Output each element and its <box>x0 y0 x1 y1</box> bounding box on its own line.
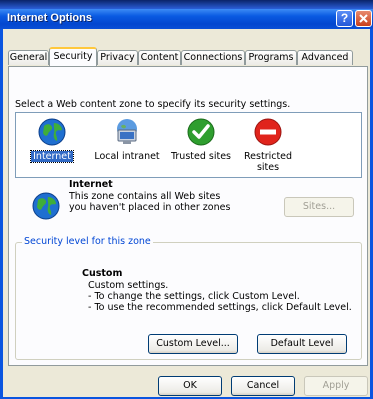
close-icon <box>359 14 368 23</box>
security-level-line: - To change the settings, click Custom L… <box>88 291 300 302</box>
zone-label-trusted-sites: Trusted sites <box>170 151 231 162</box>
zone-label-restricted-sites: Restricted sites <box>244 151 293 173</box>
internet-options-dialog: Internet Options ? General Security Priv… <box>0 9 373 399</box>
tab-programs[interactable]: Programs <box>245 50 297 65</box>
security-tab-panel: Select a Web content zone to specify its… <box>8 66 368 366</box>
zone-label-local-intranet: Local intranet <box>94 151 160 162</box>
security-level-group: Security level for this zone Custom Cust… <box>15 236 362 360</box>
tab-content[interactable]: Content <box>138 50 181 65</box>
zone-internet[interactable]: Internet <box>20 117 84 163</box>
security-level-title: Custom <box>82 268 123 279</box>
tab-security[interactable]: Security <box>49 47 97 66</box>
cancel-button[interactable]: Cancel <box>231 376 295 396</box>
globe-icon <box>32 192 60 220</box>
tab-privacy[interactable]: Privacy <box>97 50 138 65</box>
zone-trusted-sites[interactable]: Trusted sites <box>166 117 236 162</box>
zone-instruction: Select a Web content zone to specify its… <box>15 99 291 110</box>
globe-icon <box>38 118 66 146</box>
default-level-button[interactable]: Default Level <box>257 334 347 354</box>
tab-connections[interactable]: Connections <box>181 50 245 65</box>
no-entry-icon <box>254 118 282 146</box>
tab-strip: General Security Privacy Content Connect… <box>8 47 370 67</box>
close-button[interactable] <box>355 10 372 27</box>
custom-level-button[interactable]: Custom Level... <box>148 334 238 354</box>
sites-button[interactable]: Sites... <box>284 197 354 217</box>
help-button[interactable]: ? <box>336 10 353 27</box>
zone-restricted-sites[interactable]: Restricted sites <box>238 117 298 173</box>
zone-info-title: Internet <box>69 179 113 190</box>
apply-button[interactable]: Apply <box>304 376 368 396</box>
tab-general[interactable]: General <box>8 50 49 65</box>
intranet-computer-icon <box>117 119 137 144</box>
checkmark-icon <box>187 118 215 146</box>
zone-local-intranet[interactable]: Local intranet <box>90 117 164 162</box>
security-level-line: Custom settings. <box>88 280 169 291</box>
dialog-client-area: General Security Privacy Content Connect… <box>3 29 370 397</box>
zone-info-description: This zone contains all Web sites you hav… <box>69 191 231 213</box>
title-bar[interactable]: Internet Options ? <box>0 9 373 29</box>
security-level-legend: Security level for this zone <box>22 236 153 247</box>
ok-button[interactable]: OK <box>158 376 222 396</box>
zone-label-internet: Internet <box>30 150 74 163</box>
zone-list: Internet Local intranet Trusted sites Re… <box>15 112 362 178</box>
security-level-description: Custom settings. - To change the setting… <box>88 280 358 313</box>
desktop-strip <box>0 0 373 9</box>
tab-advanced[interactable]: Advanced <box>297 50 353 65</box>
security-level-line: - To use the recommended settings, click… <box>88 302 352 313</box>
window-title: Internet Options <box>7 12 92 24</box>
